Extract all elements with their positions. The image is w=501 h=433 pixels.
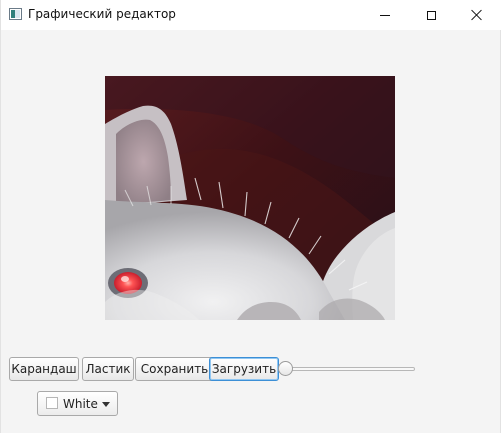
chevron-down-icon xyxy=(102,402,110,407)
window-title: Графический редактор xyxy=(28,7,176,21)
eraser-button[interactable]: Ластик xyxy=(82,357,134,381)
maximize-icon xyxy=(426,10,436,20)
close-icon xyxy=(471,9,483,21)
save-button[interactable]: Сохранить xyxy=(135,357,214,381)
main-window: Графический редактор Карандаш Ластик Сох… xyxy=(0,0,501,433)
pencil-button[interactable]: Карандаш xyxy=(9,357,79,381)
close-button[interactable] xyxy=(454,0,500,30)
minimize-icon xyxy=(380,14,390,16)
cat-image xyxy=(105,76,395,320)
app-icon xyxy=(9,8,22,20)
maximize-button[interactable] xyxy=(408,0,454,30)
brush-size-slider-thumb[interactable] xyxy=(278,361,293,376)
load-button[interactable]: Загрузить xyxy=(209,357,279,381)
brush-size-slider-track[interactable] xyxy=(280,367,415,371)
color-swatch xyxy=(46,397,58,409)
color-picker[interactable]: White xyxy=(37,391,118,416)
drawing-canvas[interactable] xyxy=(105,76,395,320)
selected-color-label: White xyxy=(63,397,98,411)
title-bar: Графический редактор xyxy=(1,0,501,30)
minimize-button[interactable] xyxy=(362,0,408,30)
